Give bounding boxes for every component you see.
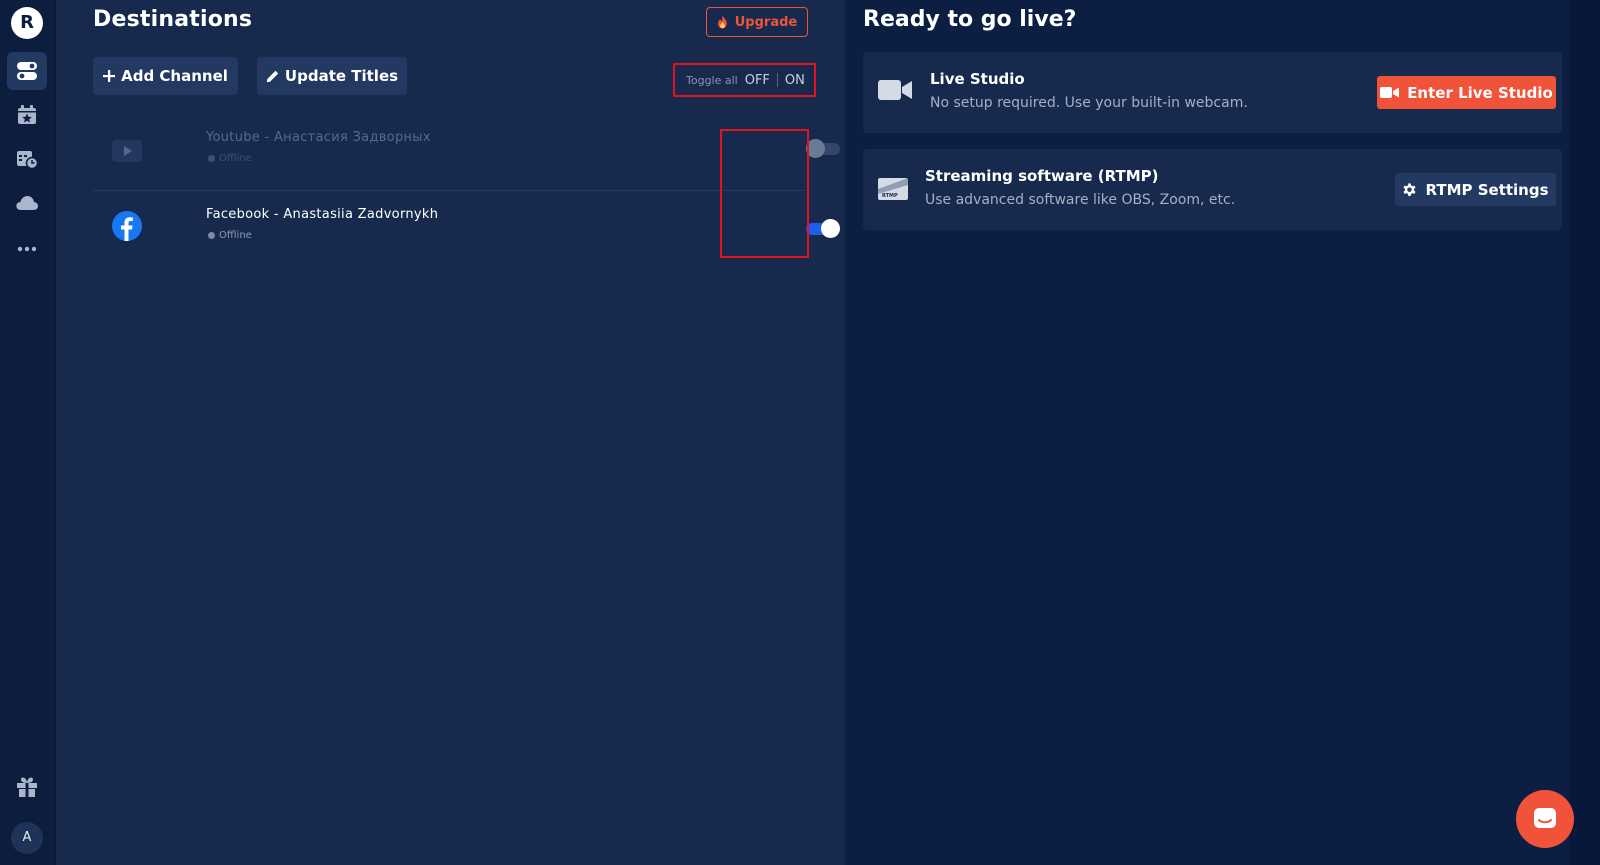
enter-live-studio-label: Enter Live Studio bbox=[1407, 83, 1553, 102]
live-studio-card: Live Studio No setup required. Use your … bbox=[863, 52, 1562, 133]
avatar[interactable]: A bbox=[11, 822, 43, 854]
channel-name: Facebook - Anastasiia Zadvornykh bbox=[206, 207, 439, 222]
channel-status-text: Offline bbox=[219, 230, 252, 241]
rtmp-subtitle: Use advanced software like OBS, Zoom, et… bbox=[925, 192, 1236, 208]
upgrade-label: Upgrade bbox=[734, 14, 798, 30]
youtube-icon bbox=[112, 140, 142, 162]
facebook-icon bbox=[112, 211, 142, 241]
sidebar-item-schedule[interactable] bbox=[7, 140, 47, 178]
toggle-all-label: Toggle all bbox=[686, 73, 738, 87]
destinations-panel: Destinations Upgrade Add Channel Update … bbox=[56, 0, 845, 865]
update-titles-button[interactable]: Update Titles bbox=[257, 57, 407, 95]
chat-icon bbox=[1534, 808, 1556, 828]
video-camera-icon bbox=[878, 80, 912, 100]
add-channel-button[interactable]: Add Channel bbox=[93, 57, 238, 95]
toggles-icon bbox=[17, 62, 37, 80]
toggle-all-on-button[interactable]: ON bbox=[785, 73, 805, 88]
update-titles-label: Update Titles bbox=[284, 67, 399, 85]
toggle-all-off-button[interactable]: OFF bbox=[745, 73, 770, 88]
channel-toggle-facebook[interactable] bbox=[806, 219, 840, 238]
gear-icon bbox=[1403, 183, 1416, 196]
channel-row-youtube: Youtube - Анастасия Задворных Offline bbox=[93, 113, 840, 188]
sidebar-item-events[interactable] bbox=[7, 96, 47, 134]
calendar-star-icon bbox=[18, 105, 36, 124]
live-studio-title: Live Studio bbox=[930, 70, 1025, 88]
sidebar-item-cloud[interactable] bbox=[7, 184, 47, 222]
channel-row-facebook: Facebook - Anastasiia Zadvornykh Offline bbox=[93, 190, 840, 265]
status-dot bbox=[208, 155, 215, 162]
plus-icon bbox=[103, 70, 116, 82]
channel-status-text: Offline bbox=[219, 153, 252, 164]
page-title: Destinations bbox=[93, 7, 253, 32]
toggle-knob bbox=[821, 219, 840, 238]
rtmp-settings-button[interactable]: RTMP Settings bbox=[1395, 173, 1556, 206]
channel-status: Offline bbox=[208, 153, 252, 164]
go-live-panel: Ready to go live? Live Studio No setup r… bbox=[845, 0, 1600, 865]
sidebar-item-more[interactable] bbox=[7, 230, 47, 268]
rtmp-title: Streaming software (RTMP) bbox=[925, 167, 1159, 185]
live-studio-subtitle: No setup required. Use your built-in web… bbox=[930, 95, 1248, 111]
chat-support-button[interactable] bbox=[1516, 790, 1574, 848]
add-channel-label: Add Channel bbox=[121, 67, 228, 85]
rtmp-settings-label: RTMP Settings bbox=[1425, 180, 1549, 199]
channel-name: Youtube - Анастасия Задворных bbox=[206, 130, 431, 145]
more-icon bbox=[17, 246, 37, 252]
rtmp-card: RTMP Streaming software (RTMP) Use advan… bbox=[863, 149, 1562, 230]
toggle-highlight-box bbox=[720, 129, 809, 258]
rtmp-icon-text: RTMP bbox=[882, 193, 898, 199]
go-live-title: Ready to go live? bbox=[863, 7, 1077, 32]
sidebar-item-gift[interactable] bbox=[7, 768, 47, 806]
fire-icon bbox=[717, 15, 727, 29]
cloud-icon bbox=[16, 196, 38, 210]
sidebar-item-destinations[interactable] bbox=[7, 52, 47, 90]
channel-toggle-youtube[interactable] bbox=[806, 139, 840, 158]
toggle-all-control: Toggle all OFF ON bbox=[673, 63, 816, 97]
enter-live-studio-button[interactable]: Enter Live Studio bbox=[1377, 76, 1556, 109]
pencil-icon bbox=[266, 70, 279, 82]
gift-icon bbox=[17, 777, 37, 797]
schedule-icon bbox=[17, 151, 38, 169]
sidebar: R A bbox=[0, 0, 56, 865]
upgrade-button[interactable]: Upgrade bbox=[706, 7, 808, 37]
status-dot bbox=[208, 232, 215, 239]
video-camera-icon bbox=[1380, 87, 1400, 98]
channel-status: Offline bbox=[208, 230, 252, 241]
toggle-all-separator bbox=[776, 73, 778, 87]
scrollbar[interactable] bbox=[1570, 0, 1600, 865]
app-logo[interactable]: R bbox=[11, 7, 43, 39]
